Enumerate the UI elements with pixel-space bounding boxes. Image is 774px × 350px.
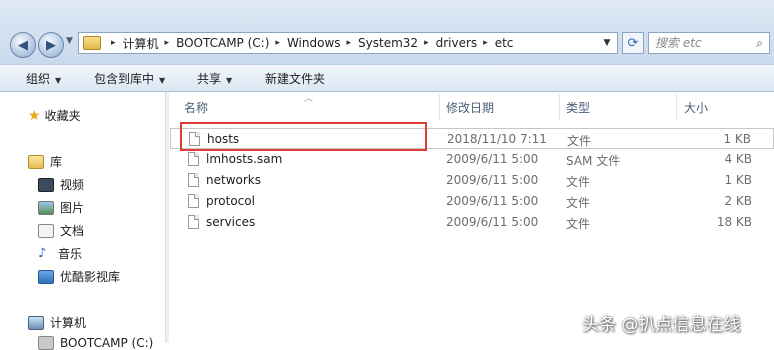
file-row-services[interactable]: services 2009/6/11 5:00 文件 18 KB <box>170 212 774 233</box>
file-icon <box>188 215 199 229</box>
breadcrumb-system32[interactable]: System32 ▸ <box>358 36 436 50</box>
file-date: 2009/6/11 5:00 <box>446 152 539 166</box>
file-type: 文件 <box>566 175 591 189</box>
file-name: services <box>206 215 256 229</box>
file-date: 2009/6/11 5:00 <box>446 215 539 229</box>
include-in-library-button[interactable]: 包含到库中 ▼ <box>94 70 165 87</box>
nav-pictures[interactable]: 图片 <box>38 199 84 216</box>
library-icon <box>28 154 44 169</box>
file-date: 2009/6/11 5:00 <box>446 173 539 187</box>
drive-icon <box>38 336 54 350</box>
breadcrumb-windows[interactable]: Windows ▸ <box>287 36 358 50</box>
file-size: 2 KB <box>724 194 752 208</box>
nav-music[interactable]: ♪ 音乐 <box>38 245 82 262</box>
file-size: 1 KB <box>724 173 752 187</box>
refresh-icon: ⟳ <box>627 35 639 51</box>
file-name: lmhosts.sam <box>206 152 283 166</box>
file-type: 文件 <box>566 217 591 231</box>
file-icon <box>188 173 199 187</box>
breadcrumb-root-arrow[interactable]: ▸ <box>105 38 123 48</box>
column-header: ︿ 名称 修改日期 类型 大小 <box>170 92 774 122</box>
nav-favorites[interactable]: ★ 收藏夹 <box>28 107 81 124</box>
refresh-button[interactable]: ⟳ <box>622 32 644 54</box>
title-bar: ◀ ▶ ▼ ▸ 计算机 ▸ BOOTCAMP (C:) ▸ Windows ▸ Sys… <box>0 0 774 64</box>
file-icon <box>189 132 200 146</box>
file-name: hosts <box>207 132 240 146</box>
youku-library-icon <box>38 269 54 284</box>
navigation-pane: ★ 收藏夹 库 视频 图片 文档 ♪ 音乐 优酷影视库 计算机 BOOTCAMP… <box>0 92 166 350</box>
command-toolbar: 组织 ▼ 包含到库中 ▼ 共享 ▼ 新建文件夹 <box>0 64 774 92</box>
new-folder-button[interactable]: 新建文件夹 <box>265 70 325 87</box>
video-icon <box>38 177 54 192</box>
watermark: 头条 @扒点信息在线 <box>582 315 741 335</box>
file-list: ︿ 名称 修改日期 类型 大小 hosts 2018/11/10 7:11 文件… <box>170 92 774 343</box>
file-size: 1 KB <box>723 132 751 146</box>
organize-button[interactable]: 组织 ▼ <box>26 70 61 87</box>
column-size[interactable]: 大小 <box>684 99 708 116</box>
breadcrumb-etc[interactable]: etc <box>495 36 514 50</box>
back-button[interactable]: ◀ <box>10 32 36 58</box>
address-dropdown-button[interactable]: ▼ <box>599 35 615 51</box>
chevron-down-icon: ▼ <box>55 76 62 85</box>
address-bar[interactable]: ▸ 计算机 ▸ BOOTCAMP (C:) ▸ Windows ▸ System32 ▸… <box>78 32 618 54</box>
search-input[interactable] <box>655 36 745 50</box>
document-icon <box>38 223 54 238</box>
breadcrumb-computer[interactable]: 计算机 ▸ <box>123 35 177 52</box>
file-name: protocol <box>206 194 255 208</box>
recent-pages-dropdown[interactable]: ▼ <box>66 36 73 46</box>
forward-button[interactable]: ▶ <box>38 32 64 58</box>
breadcrumb-drive[interactable]: BOOTCAMP (C:) ▸ <box>176 36 287 50</box>
folder-icon <box>83 36 101 50</box>
file-row-networks[interactable]: networks 2009/6/11 5:00 文件 1 KB <box>170 170 774 191</box>
breadcrumb-drivers[interactable]: drivers ▸ <box>436 36 495 50</box>
column-divider[interactable] <box>676 94 677 120</box>
file-date: 2009/6/11 5:00 <box>446 194 539 208</box>
column-name[interactable]: 名称 <box>184 99 208 116</box>
nav-computer[interactable]: 计算机 <box>28 314 86 331</box>
file-type: 文件 <box>567 134 592 148</box>
computer-icon <box>28 315 44 330</box>
chevron-down-icon: ▼ <box>603 38 611 48</box>
file-row-protocol[interactable]: protocol 2009/6/11 5:00 文件 2 KB <box>170 191 774 212</box>
file-size: 4 KB <box>724 152 752 166</box>
picture-icon <box>38 200 54 215</box>
file-icon <box>188 152 199 166</box>
file-type: 文件 <box>566 196 591 210</box>
nav-videos[interactable]: 视频 <box>38 176 84 193</box>
file-row-lmhosts[interactable]: lmhosts.sam 2009/6/11 5:00 SAM 文件 4 KB <box>170 149 774 170</box>
column-date[interactable]: 修改日期 <box>446 99 494 116</box>
search-icon[interactable]: ⌕ <box>756 36 763 51</box>
column-divider[interactable] <box>439 94 440 120</box>
sort-arrow-icon: ︿ <box>304 94 314 104</box>
arrow-right-icon: ▶ <box>46 37 56 53</box>
music-icon: ♪ <box>38 246 47 261</box>
star-icon: ★ <box>28 107 41 124</box>
chevron-down-icon: ▼ <box>226 76 233 85</box>
nav-documents[interactable]: 文档 <box>38 222 84 239</box>
nav-drive[interactable]: BOOTCAMP (C:) <box>38 336 153 350</box>
file-type: SAM 文件 <box>566 154 621 168</box>
column-type[interactable]: 类型 <box>566 99 590 116</box>
column-divider[interactable] <box>559 94 560 120</box>
arrow-left-icon: ◀ <box>18 37 28 53</box>
file-size: 18 KB <box>716 215 752 229</box>
share-button[interactable]: 共享 ▼ <box>197 70 232 87</box>
pane-splitter[interactable] <box>166 92 169 343</box>
file-date: 2018/11/10 7:11 <box>447 132 547 146</box>
file-name: networks <box>206 173 261 187</box>
search-box[interactable]: ⌕ <box>648 32 770 54</box>
file-row-hosts[interactable]: hosts 2018/11/10 7:11 文件 1 KB <box>170 128 774 149</box>
file-icon <box>188 194 199 208</box>
nav-youku[interactable]: 优酷影视库 <box>38 268 120 285</box>
chevron-down-icon: ▼ <box>159 76 166 85</box>
nav-libraries[interactable]: 库 <box>28 153 62 170</box>
